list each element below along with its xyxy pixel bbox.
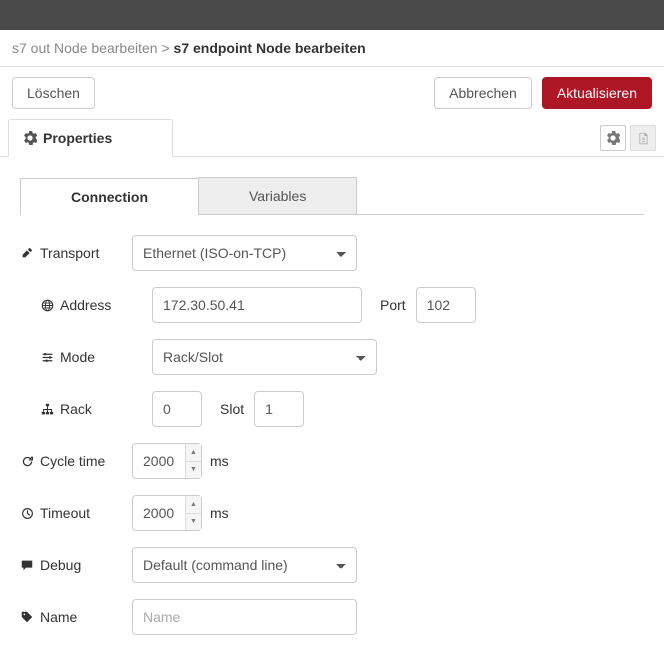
cancel-button[interactable]: Abbrechen <box>434 77 532 109</box>
port-input[interactable] <box>416 287 476 323</box>
clock-icon <box>20 506 34 520</box>
form-body: Connection Variables Transport Ethernet … <box>0 157 664 661</box>
plug-icon <box>20 246 34 260</box>
sliders-icon <box>40 350 54 364</box>
transport-label: Transport <box>20 245 132 261</box>
refresh-icon <box>20 454 34 468</box>
cycle-time-label: Cycle time <box>20 453 132 469</box>
timeout-unit: ms <box>210 505 229 521</box>
properties-tab-label: Properties <box>43 130 112 146</box>
debug-select[interactable]: Default (command line) <box>132 547 357 583</box>
comment-icon <box>20 558 34 572</box>
properties-header-row: Properties <box>0 119 664 157</box>
name-input[interactable] <box>132 599 357 635</box>
cycle-time-unit: ms <box>210 453 229 469</box>
subtabs: Connection Variables <box>20 177 644 215</box>
tag-icon <box>20 610 34 624</box>
document-icon-button[interactable] <box>630 125 656 151</box>
slot-label: Slot <box>220 401 244 417</box>
tab-variables[interactable]: Variables <box>198 177 357 214</box>
cycle-time-spinner[interactable]: ▲▼ <box>185 444 201 478</box>
sitemap-icon <box>40 402 54 416</box>
timeout-spinner[interactable]: ▲▼ <box>185 496 201 530</box>
window-topbar <box>0 0 664 30</box>
name-label: Name <box>20 609 132 625</box>
rack-label: Rack <box>20 401 132 417</box>
breadcrumb-current: s7 endpoint Node bearbeiten <box>174 40 366 56</box>
settings-icon-button[interactable] <box>600 125 626 151</box>
slot-input[interactable] <box>254 391 304 427</box>
breadcrumb-parent[interactable]: s7 out Node bearbeiten <box>12 40 158 56</box>
globe-icon <box>40 298 54 312</box>
tab-connection[interactable]: Connection <box>20 178 199 215</box>
breadcrumb: s7 out Node bearbeiten > s7 endpoint Nod… <box>0 30 664 67</box>
delete-button[interactable]: Löschen <box>12 77 95 109</box>
rack-input[interactable] <box>152 391 202 427</box>
debug-label: Debug <box>20 557 132 573</box>
mode-select[interactable]: Rack/Slot <box>152 339 377 375</box>
gear-icon <box>23 131 37 145</box>
action-row: Löschen Abbrechen Aktualisieren <box>0 67 664 119</box>
properties-tab[interactable]: Properties <box>8 119 173 157</box>
address-label: Address <box>20 297 132 313</box>
timeout-label: Timeout <box>20 505 132 521</box>
transport-select[interactable]: Ethernet (ISO-on-TCP) <box>132 235 357 271</box>
update-button[interactable]: Aktualisieren <box>542 77 652 109</box>
breadcrumb-sep: > <box>161 40 169 56</box>
address-input[interactable] <box>152 287 362 323</box>
mode-label: Mode <box>20 349 132 365</box>
port-label: Port <box>380 297 406 313</box>
